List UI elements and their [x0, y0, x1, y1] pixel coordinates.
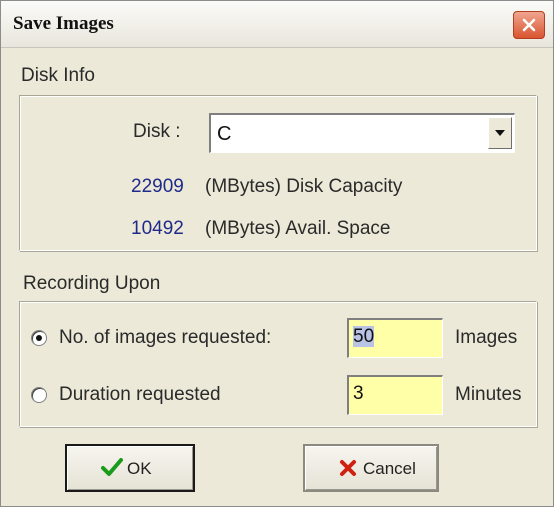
- disk-dropdown[interactable]: C: [209, 113, 515, 153]
- cancel-button[interactable]: Cancel: [303, 444, 439, 492]
- checkmark-icon: [101, 458, 123, 476]
- disk-label: Disk :: [133, 121, 181, 142]
- disk-dropdown-value: C: [217, 123, 232, 145]
- avail-space-value: 10492: [131, 218, 184, 239]
- recording-upon-group: [19, 301, 537, 427]
- avail-space-label: (MBytes) Avail. Space: [205, 218, 391, 239]
- disk-info-group-label: Disk Info: [21, 65, 95, 86]
- x-mark-icon: [340, 460, 356, 476]
- dialog-title: Save Images: [13, 13, 114, 34]
- minutes-unit-label: Minutes: [455, 384, 522, 405]
- duration-requested-label[interactable]: Duration requested: [59, 384, 221, 406]
- ok-button[interactable]: OK: [65, 444, 195, 492]
- chevron-down-icon: [495, 130, 505, 136]
- save-images-dialog: Save Images Disk Info Disk : C 22909 (MB…: [0, 0, 554, 507]
- images-count-value: 50: [353, 326, 375, 347]
- images-unit-label: Images: [455, 327, 518, 348]
- ok-button-label: OK: [127, 459, 152, 478]
- duration-input[interactable]: 3: [347, 375, 443, 415]
- duration-requested-radio[interactable]: [31, 387, 47, 403]
- close-button[interactable]: [513, 11, 545, 39]
- disk-dropdown-button[interactable]: [488, 117, 512, 149]
- disk-capacity-value: 22909: [131, 176, 184, 197]
- cancel-button-label: Cancel: [363, 459, 416, 478]
- images-requested-label[interactable]: No. of images requested:: [59, 327, 271, 349]
- images-count-input[interactable]: 50: [347, 318, 443, 358]
- duration-value: 3: [353, 383, 364, 404]
- images-requested-radio[interactable]: [31, 330, 47, 346]
- title-bar: Save Images: [1, 1, 553, 48]
- close-icon: [522, 18, 536, 32]
- disk-capacity-label: (MBytes) Disk Capacity: [205, 176, 403, 197]
- recording-upon-group-label: Recording Upon: [23, 273, 161, 294]
